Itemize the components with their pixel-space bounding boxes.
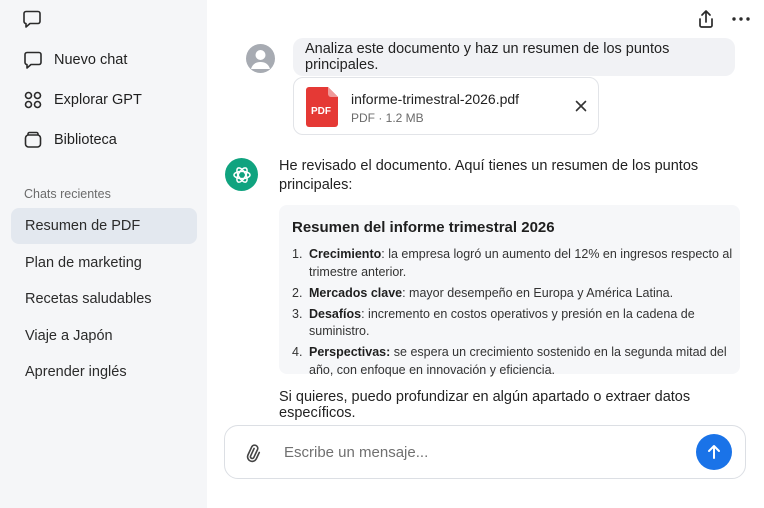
sidebar-item-label: Explorar GPT [54, 92, 142, 108]
remove-attachment-icon[interactable] [574, 99, 588, 113]
summary-list: 1. Crecimiento: la empresa logró un aume… [292, 246, 737, 383]
assistant-avatar [225, 158, 258, 191]
chat-main: Analiza este documento y haz un resumen … [207, 0, 764, 508]
summary-point: 1. Crecimiento: la empresa logró un aume… [292, 247, 733, 279]
pdf-badge-label: PDF [311, 106, 331, 117]
chat-item-viaje-japon[interactable]: Viaje a Japón [11, 318, 197, 354]
chat-item-resumen-pdf[interactable]: Resumen de PDF [11, 208, 197, 244]
paperclip-icon[interactable] [242, 443, 262, 463]
arrow-up-icon [708, 445, 720, 459]
pdf-file-icon: PDF [306, 87, 338, 127]
summary-point: 3. Desafíos: incremento en costos operat… [292, 306, 695, 339]
sidebar-item-label: Biblioteca [54, 132, 117, 148]
more-options-icon[interactable] [730, 8, 752, 30]
openai-logo-icon [232, 166, 251, 183]
summary-title: Resumen del informe trimestral 2026 [292, 219, 555, 236]
attachment-meta: PDF · 1.2 MB [351, 111, 424, 125]
recent-chats-heading: Chats recientes [24, 187, 111, 201]
sidebar: Nuevo chat Explorar GPT Biblioteca Chats… [0, 0, 207, 508]
assistant-intro: He revisado el documento. Aquí tienes un… [279, 158, 699, 193]
assistant-outro: Si quieres, puedo profundizar en algún a… [279, 389, 691, 421]
sidebar-nav: Nuevo chat Explorar GPT Biblioteca [0, 40, 207, 160]
chat-item-aprender-ingles[interactable]: Aprender inglés [11, 354, 197, 390]
share-icon[interactable] [695, 8, 717, 30]
sidebar-item-label: Nuevo chat [54, 52, 128, 68]
summary-card: Resumen del informe trimestral 2026 1. C… [279, 205, 740, 377]
send-button[interactable] [696, 434, 732, 470]
attachment-filename: informe-trimestral-2026.pdf [351, 91, 520, 107]
user-avatar [246, 44, 275, 73]
chat-item-plan-marketing[interactable]: Plan de marketing [11, 245, 197, 281]
chat-item-recetas-saludables[interactable]: Recetas saludables [11, 281, 197, 317]
sidebar-item-library[interactable]: Biblioteca [0, 120, 207, 160]
summary-point: 4. Perspectivas: se espera un crecimient… [292, 345, 727, 377]
sidebar-item-explore-gpt[interactable]: Explorar GPT [0, 80, 207, 120]
message-input[interactable] [284, 437, 684, 467]
user-message: Analiza este documento y haz un resumen … [293, 38, 735, 76]
sidebar-item-new-chat[interactable]: Nuevo chat [0, 40, 207, 80]
attachment-card[interactable]: PDF informe-trimestral-2026.pdf PDF · 1.… [293, 77, 599, 135]
toggle-sidebar-icon[interactable] [22, 9, 44, 29]
new-chat-icon [22, 49, 44, 71]
explore-grid-icon [22, 89, 44, 111]
summary-point: 2. Mercados clave: mayor desempeño en Eu… [292, 285, 674, 300]
recent-chats-list: Resumen de PDF Plan de marketing Recetas… [11, 208, 197, 391]
message-composer [224, 425, 746, 479]
library-icon [22, 129, 44, 151]
